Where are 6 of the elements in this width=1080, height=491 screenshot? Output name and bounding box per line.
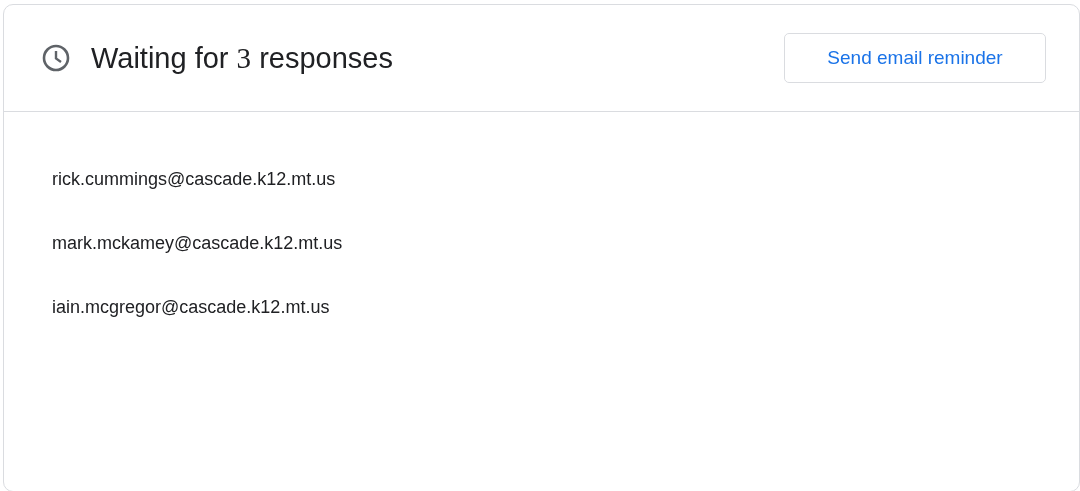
send-reminder-button[interactable]: Send email reminder [784, 33, 1046, 83]
recipient-email: rick.cummings@cascade.k12.mt.us [52, 169, 337, 190]
recipient-email: iain.mcgregor@cascade.k12.mt.us [52, 297, 331, 318]
waiting-title: Waiting for 3 responses [91, 41, 394, 75]
recipient-email: mark.mckamey@cascade.k12.mt.us [52, 233, 344, 254]
clock-icon [41, 43, 71, 73]
